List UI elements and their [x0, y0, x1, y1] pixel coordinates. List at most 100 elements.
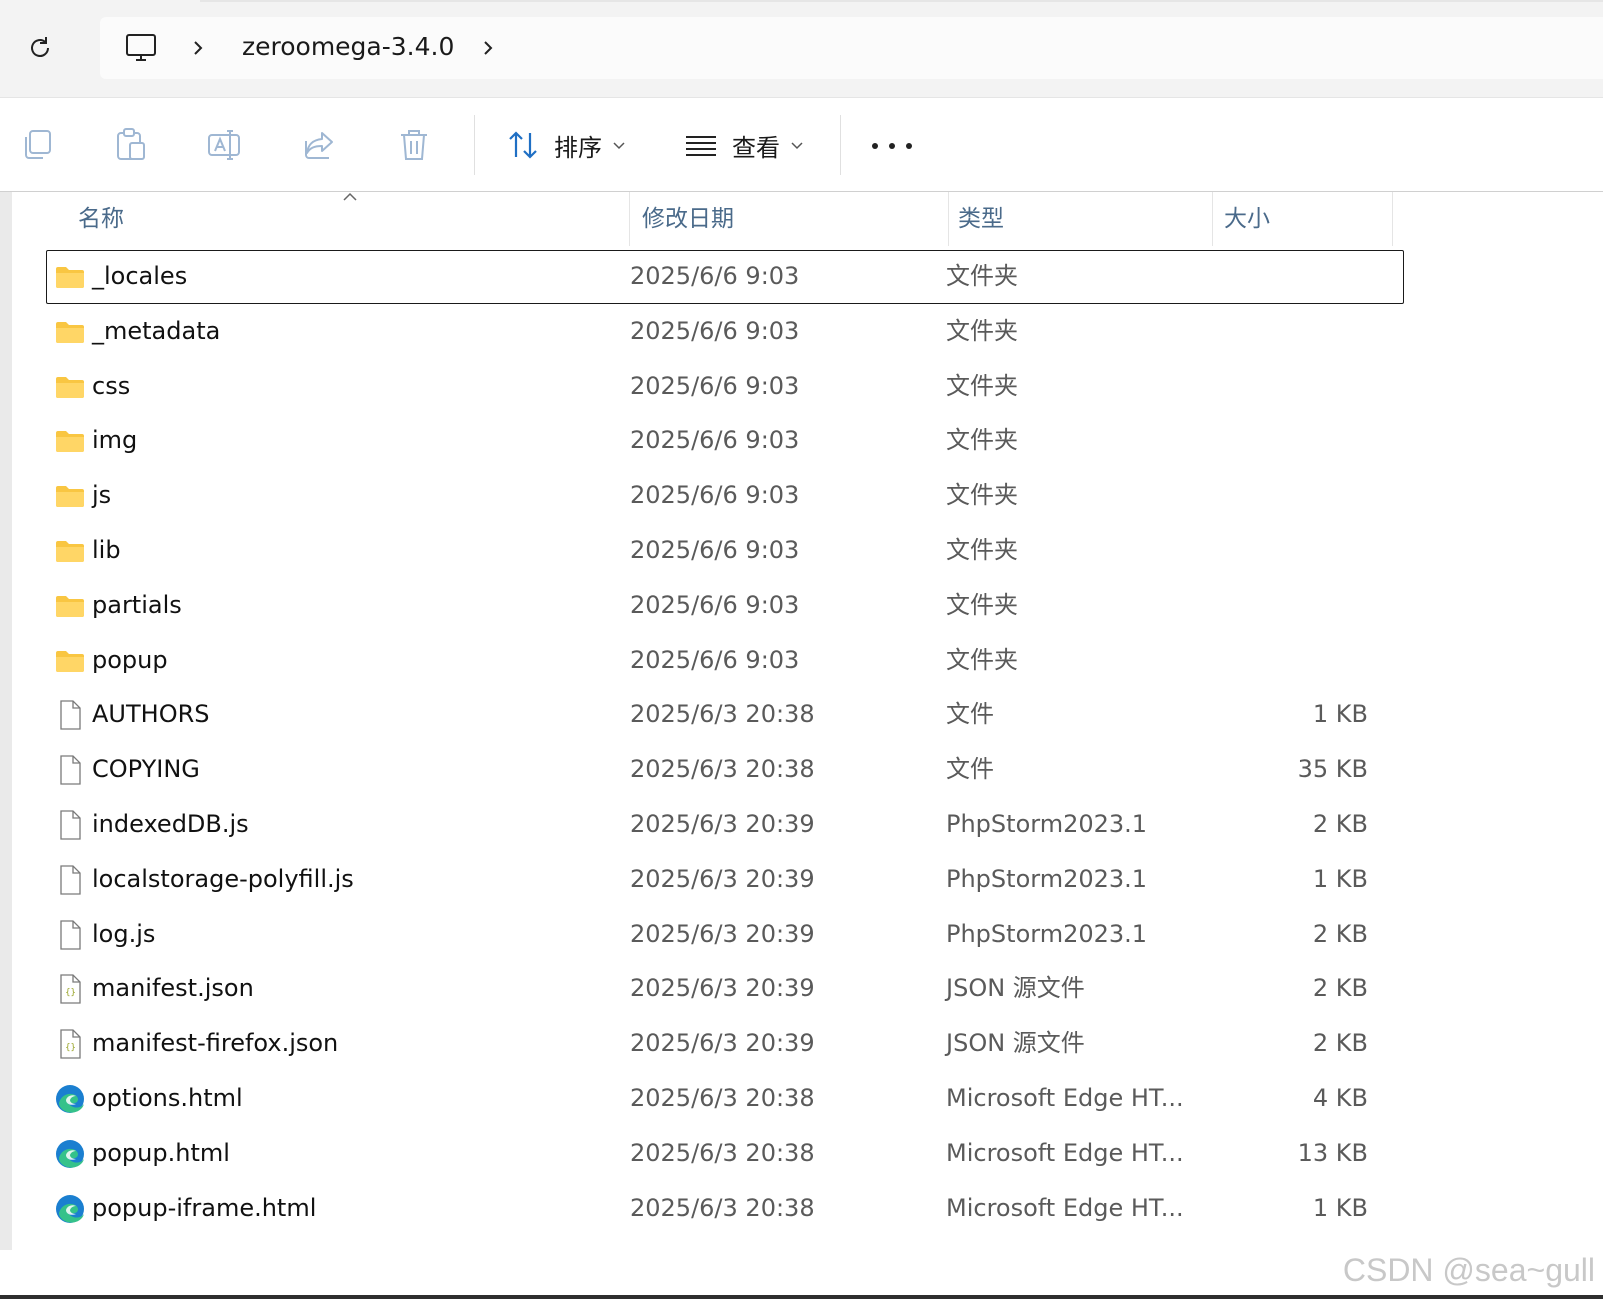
chevron-down-icon	[613, 142, 625, 150]
file-row[interactable]: indexedDB.js 2025/6/3 20:39 PhpStorm2023.1…	[46, 798, 1404, 852]
folder-icon	[54, 316, 86, 348]
file-row[interactable]: partials 2025/6/6 9:03 文件夹	[46, 579, 1404, 633]
file-size: 2 KB	[1312, 810, 1368, 838]
file-row[interactable]: popup.html 2025/6/3 20:38 Microsoft Edge H…	[46, 1127, 1404, 1181]
column-divider[interactable]	[1392, 192, 1393, 246]
file-row-selected[interactable]: _locales 2025/6/6 9:03 文件夹	[46, 250, 1404, 304]
file-name: css	[92, 371, 131, 400]
file-type: 文件夹	[946, 262, 1018, 290]
file-date-modified: 2025/6/6 9:03	[630, 590, 800, 619]
file-date-modified: 2025/6/3 20:39	[630, 974, 815, 1003]
sort-icon	[509, 131, 537, 159]
breadcrumb[interactable]: zeroomega-3.4.0	[100, 17, 1603, 79]
file-name: partials	[92, 590, 182, 619]
copy-icon[interactable]	[18, 125, 58, 165]
folder-icon	[54, 371, 86, 403]
sort-button[interactable]: 排序	[506, 122, 626, 168]
file-type: 文件夹	[946, 371, 1018, 400]
file-type: 文件夹	[946, 536, 1018, 564]
refresh-button[interactable]	[22, 30, 58, 66]
file-name: indexedDB.js	[92, 810, 249, 838]
file-date-modified: 2025/6/6 9:03	[630, 426, 800, 455]
file-date-modified: 2025/6/3 20:38	[630, 1138, 815, 1167]
file-type: Microsoft Edge HT...	[946, 1193, 1184, 1222]
file-row[interactable]: css 2025/6/6 9:03 文件夹	[46, 360, 1404, 414]
column-header-size[interactable]: 大小	[1224, 192, 1270, 246]
file-name: options.html	[92, 1084, 243, 1112]
share-icon[interactable]	[300, 125, 340, 165]
file-date-modified: 2025/6/3 20:39	[630, 1029, 815, 1058]
file-name: log.js	[92, 919, 156, 948]
file-row[interactable]: {} manifest.json 2025/6/3 20:39 JSON 源文件 2 K…	[46, 962, 1404, 1016]
file-row[interactable]: log.js 2025/6/3 20:39 PhpStorm2023.1 2 KB	[46, 908, 1404, 962]
file-row[interactable]: js 2025/6/6 9:03 文件夹	[46, 469, 1404, 523]
file-date-modified: 2025/6/3 20:38	[630, 755, 815, 784]
file-type: 文件夹	[946, 645, 1018, 674]
file-row[interactable]: options.html 2025/6/3 20:38 Microsoft Edge…	[46, 1072, 1404, 1126]
file-date-modified: 2025/6/3 20:39	[630, 919, 815, 948]
file-row[interactable]: COPYING 2025/6/3 20:38 文件 35 KB	[46, 743, 1404, 797]
file-icon	[54, 919, 86, 951]
paste-icon[interactable]	[112, 125, 152, 165]
file-row[interactable]: popup-iframe.html 2025/6/3 20:38 Microsoft…	[46, 1182, 1404, 1236]
column-divider[interactable]	[1212, 192, 1213, 246]
chevron-right-icon[interactable]	[478, 35, 498, 61]
file-type: 文件	[946, 700, 994, 729]
more-dot	[889, 143, 895, 149]
file-icon	[54, 699, 86, 731]
file-name: img	[92, 426, 138, 455]
json-file-icon: {}	[54, 1028, 86, 1060]
file-size: 4 KB	[1312, 1084, 1368, 1112]
file-name: manifest-firefox.json	[92, 1029, 339, 1058]
file-row[interactable]: AUTHORS 2025/6/3 20:38 文件 1 KB	[46, 688, 1404, 742]
column-divider[interactable]	[629, 192, 630, 246]
file-type: JSON 源文件	[946, 1029, 1085, 1058]
edge-icon	[54, 1083, 86, 1115]
file-row[interactable]: img 2025/6/6 9:03 文件夹	[46, 414, 1404, 468]
folder-icon	[54, 590, 86, 622]
file-date-modified: 2025/6/3 20:38	[630, 1193, 815, 1222]
column-header-name[interactable]: 名称	[78, 192, 124, 246]
folder-icon	[54, 535, 86, 567]
file-row[interactable]: lib 2025/6/6 9:03 文件夹	[46, 524, 1404, 578]
column-header-type[interactable]: 类型	[958, 192, 1004, 246]
view-button[interactable]: 查看	[684, 122, 804, 168]
file-list: 名称 修改日期 类型 大小 _locales 2025/6/6 9:03 文件夹 _m…	[12, 192, 1603, 1250]
file-size: 35 KB	[1297, 755, 1368, 784]
chevron-down-icon	[791, 142, 803, 150]
file-name: js	[92, 481, 112, 510]
top-edge	[200, 0, 1603, 2]
file-row[interactable]: localstorage-polyfill.js 2025/6/3 20:39 Ph…	[46, 853, 1404, 907]
folder-icon	[54, 645, 86, 677]
this-pc-icon[interactable]	[124, 31, 158, 65]
svg-text:{}: {}	[65, 1043, 76, 1053]
breadcrumb-item-folder[interactable]: zeroomega-3.4.0	[242, 32, 454, 61]
file-date-modified: 2025/6/3 20:39	[630, 810, 815, 838]
edge-icon	[54, 1138, 86, 1170]
file-name: COPYING	[92, 755, 200, 784]
view-list-icon	[686, 136, 716, 156]
svg-text:{}: {}	[65, 988, 76, 998]
sort-label: 排序	[554, 133, 602, 162]
rename-icon[interactable]	[206, 125, 246, 165]
refresh-icon	[31, 37, 49, 57]
file-date-modified: 2025/6/6 9:03	[630, 481, 800, 510]
edge-icon	[54, 1193, 86, 1225]
column-divider[interactable]	[948, 192, 949, 246]
column-header-date[interactable]: 修改日期	[642, 192, 734, 246]
file-row[interactable]: {} manifest-firefox.json 2025/6/3 20:39 JSO…	[46, 1017, 1404, 1071]
file-row[interactable]: popup 2025/6/6 9:03 文件夹	[46, 634, 1404, 688]
file-type: 文件夹	[946, 481, 1018, 510]
file-size: 13 KB	[1297, 1138, 1368, 1167]
delete-icon[interactable]	[394, 125, 434, 165]
file-size: 2 KB	[1312, 974, 1368, 1003]
watermark: CSDN @sea~gull	[1342, 1252, 1595, 1288]
file-size: 2 KB	[1312, 919, 1368, 948]
command-bar: 排序 查看	[0, 98, 1603, 192]
file-name: popup-iframe.html	[92, 1193, 317, 1222]
file-icon	[54, 864, 86, 896]
file-row[interactable]: _metadata 2025/6/6 9:03 文件夹	[46, 305, 1404, 359]
chevron-right-icon[interactable]	[188, 35, 208, 61]
more-options-button[interactable]	[872, 138, 912, 154]
file-date-modified: 2025/6/6 9:03	[630, 645, 800, 674]
